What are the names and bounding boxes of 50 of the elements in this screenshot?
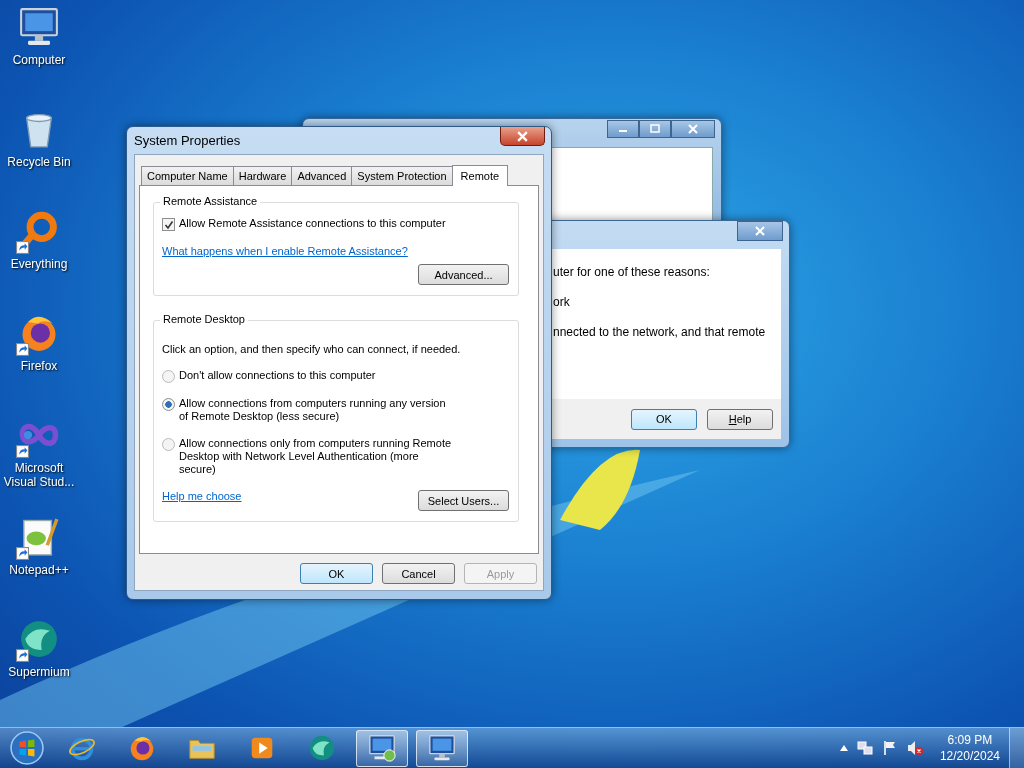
caret-icon[interactable] xyxy=(839,745,848,751)
clock-date: 12/20/2024 xyxy=(939,748,1000,764)
advanced-button[interactable]: Advanced... xyxy=(418,264,509,285)
message-text: nnected to the network, and that remote xyxy=(553,325,767,341)
close-button[interactable] xyxy=(671,120,715,138)
dialog-button[interactable]: OK xyxy=(300,563,373,584)
tab[interactable]: Computer Name xyxy=(141,166,234,185)
maximize-button[interactable] xyxy=(639,120,671,138)
tab[interactable]: System Protection xyxy=(351,166,453,185)
help-link[interactable]: Help me choose xyxy=(162,490,242,502)
dialog-button[interactable]: Cancel xyxy=(382,563,455,584)
sphere-icon xyxy=(307,733,337,763)
checkbox-label: Allow Remote Assistance connections to this computer xyxy=(179,217,446,229)
monitor-icon xyxy=(427,733,457,763)
clock-time: 6:09 PM xyxy=(947,732,993,748)
close-icon xyxy=(754,226,766,236)
group-title: Remote Assistance xyxy=(160,195,261,207)
radio-label: Allow connections from computers running any version of Remote Desktop (less secure) xyxy=(179,397,447,423)
tab[interactable]: Hardware xyxy=(232,166,293,185)
close-button[interactable] xyxy=(500,127,545,146)
radio-button[interactable] xyxy=(162,438,175,451)
maximize-icon xyxy=(649,124,661,134)
tab[interactable]: Remote xyxy=(451,165,509,186)
close-icon xyxy=(687,124,699,134)
window-title: System Properties xyxy=(134,133,241,148)
close-icon xyxy=(516,130,529,142)
message-text: ork xyxy=(553,295,571,311)
radio-button[interactable] xyxy=(162,370,175,383)
flag-icon[interactable] xyxy=(881,740,898,756)
network-icon[interactable] xyxy=(856,740,873,756)
tab[interactable]: Advanced xyxy=(291,166,353,185)
show-desktop-button[interactable] xyxy=(1009,728,1024,768)
radio-label: Allow connections only from computers running Remote Desktop with Network Level Authentication (more secure) xyxy=(179,437,453,476)
help-link[interactable]: What happens when I enable Remote Assistance? xyxy=(162,245,408,257)
close-button[interactable] xyxy=(737,221,783,241)
radio-button[interactable] xyxy=(162,398,175,411)
ok-button[interactable]: OK xyxy=(631,408,697,430)
select-users-button[interactable]: Select Users... xyxy=(418,490,509,511)
taskbar-button[interactable] xyxy=(416,729,468,767)
instruction-text: Click an option, and then specify who can connect, if needed. xyxy=(162,343,462,355)
checkbox[interactable] xyxy=(162,218,175,231)
taskbar-button[interactable] xyxy=(356,729,408,767)
speaker-muted-icon[interactable] xyxy=(906,740,923,756)
minimize-button[interactable] xyxy=(607,120,639,138)
group-title: Remote Desktop xyxy=(160,313,248,325)
remote-desktop-icon xyxy=(367,733,397,763)
radio-label: Don't allow connections to this computer xyxy=(179,369,377,382)
help-button[interactable]: Help xyxy=(707,408,773,430)
message-text: uter for one of these reasons: xyxy=(553,265,711,281)
clock[interactable]: 6:09 PM 12/20/2024 xyxy=(939,732,1000,764)
